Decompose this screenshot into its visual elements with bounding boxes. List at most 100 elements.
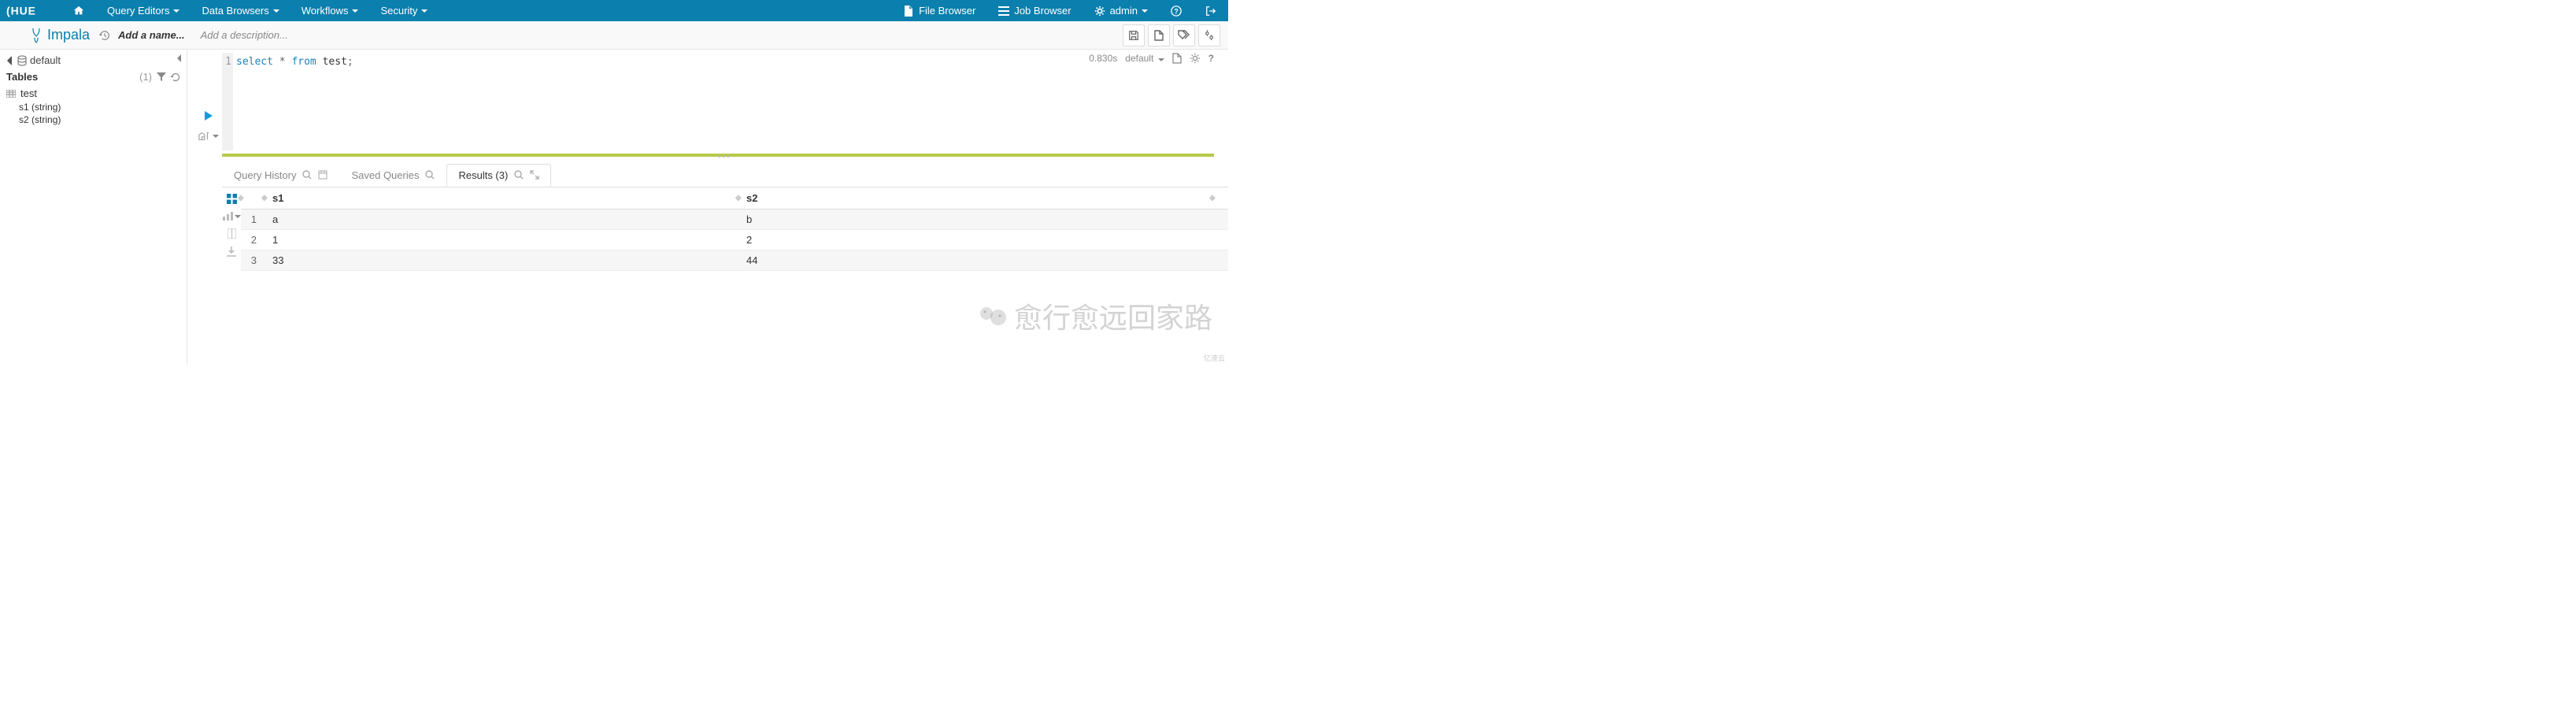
column-header-s1[interactable]: ◆s1 xyxy=(265,187,738,210)
table-row[interactable]: 3 33 44 xyxy=(241,250,1228,271)
column-header-extra[interactable]: ◆ xyxy=(1212,187,1228,210)
column-type: (string) xyxy=(31,114,61,125)
column-entry[interactable]: s1 (string) xyxy=(6,101,180,113)
editor-content: 0.830s default ? 1 xyxy=(187,50,1228,365)
grid-view-icon[interactable] xyxy=(227,194,237,204)
cell: 44 xyxy=(738,250,1212,271)
back-icon[interactable] xyxy=(6,55,14,66)
nav-help[interactable]: ? xyxy=(1159,0,1194,21)
search-icon[interactable] xyxy=(514,170,524,180)
table-row[interactable]: 1 a b xyxy=(241,210,1228,230)
tab-query-history[interactable]: Query History xyxy=(222,164,339,187)
sort-icon: ◆ xyxy=(1209,194,1216,202)
editor-tools xyxy=(1123,24,1220,46)
nav-file-browser[interactable]: File Browser xyxy=(891,0,986,21)
tab-label: Query History xyxy=(234,169,296,181)
nav-query-editors[interactable]: Query Editors xyxy=(96,0,191,21)
download-icon[interactable] xyxy=(227,247,236,257)
column-name: s1 xyxy=(19,102,29,113)
tables-label: Tables xyxy=(6,71,38,83)
column-header-s2[interactable]: ◆ s2 xyxy=(738,187,1212,210)
engine-name: Impala xyxy=(47,27,90,43)
main-area: default Tables (1) test s1 (string) xyxy=(0,50,1228,365)
tables-count: (1) xyxy=(139,71,152,83)
line-gutter: 1 xyxy=(222,53,233,150)
column-entry[interactable]: s2 (string) xyxy=(6,113,180,126)
refresh-icon[interactable] xyxy=(171,72,180,82)
database-breadcrumb[interactable]: default xyxy=(6,54,180,66)
caret-down-icon xyxy=(173,9,180,13)
notebook-desc-input[interactable]: Add a description... xyxy=(201,29,288,41)
database-name: default xyxy=(30,54,61,66)
search-icon[interactable] xyxy=(425,170,435,180)
caret-down-icon xyxy=(1142,9,1148,13)
cell: a xyxy=(265,210,738,230)
sql-editor[interactable]: 1 select * from test; xyxy=(222,53,1228,150)
impala-icon xyxy=(30,27,43,44)
nav-data-browsers[interactable]: Data Browsers xyxy=(191,0,290,21)
engine-label: Impala xyxy=(30,27,90,44)
sql-code: select * from test; xyxy=(236,54,353,70)
assist-panel: default Tables (1) test s1 (string) xyxy=(0,50,187,365)
nav-job-browser[interactable]: Job Browser xyxy=(986,0,1082,21)
nav-security[interactable]: Security xyxy=(369,0,439,21)
nav-label: Workflows xyxy=(302,5,349,17)
results-table: ◆ ◆s1 ◆ s2 ◆ 1 a b 2 1 xyxy=(241,187,1228,271)
top-nav: (HUE Query Editors Data Browsers Workflo… xyxy=(0,0,1228,21)
caret-down-icon xyxy=(273,9,279,13)
corner-mark: 亿速云 xyxy=(1204,353,1225,363)
row-number: 3 xyxy=(241,250,265,271)
explain-button[interactable] xyxy=(198,132,219,141)
result-tabs: Query History Saved Queries Results (3) xyxy=(222,163,1228,187)
filter-icon[interactable] xyxy=(157,72,166,82)
nav-label: Data Browsers xyxy=(202,5,268,17)
watermark-text: 愈行愈远回家路 xyxy=(1014,295,1212,336)
tables-header: Tables (1) xyxy=(6,71,180,83)
collapse-sidebar-button[interactable] xyxy=(176,53,183,64)
sql-identifier: test xyxy=(323,56,347,68)
columns-icon[interactable] xyxy=(228,228,236,239)
nav-home[interactable] xyxy=(61,0,96,21)
clear-history-icon[interactable] xyxy=(318,170,328,180)
chart-view-icon[interactable] xyxy=(223,212,241,221)
expand-icon[interactable] xyxy=(530,170,539,180)
table-icon xyxy=(6,90,16,98)
history-icon[interactable] xyxy=(99,30,110,41)
nav-label: Security xyxy=(380,5,417,17)
cell: 1 xyxy=(265,230,738,250)
nav-workflows[interactable]: Workflows xyxy=(291,0,370,21)
svg-text:?: ? xyxy=(1174,7,1178,15)
brand-logo[interactable]: (HUE xyxy=(0,5,61,17)
database-icon xyxy=(17,55,27,66)
run-button[interactable] xyxy=(203,109,214,122)
tab-saved-queries[interactable]: Saved Queries xyxy=(339,164,446,187)
home-icon xyxy=(72,5,85,17)
nav-signout[interactable] xyxy=(1194,0,1228,21)
sort-icon: ◆ xyxy=(735,194,742,202)
cell: 2 xyxy=(738,230,1212,250)
new-button[interactable] xyxy=(1148,24,1170,46)
results-area: ◆ ◆s1 ◆ s2 ◆ 1 a b 2 1 xyxy=(222,187,1228,271)
nav-admin[interactable]: admin xyxy=(1083,0,1159,21)
search-icon[interactable] xyxy=(302,170,312,180)
settings-button[interactable] xyxy=(1198,24,1220,46)
tab-results[interactable]: Results (3) xyxy=(446,164,551,187)
drag-handle-icon[interactable]: ••• xyxy=(718,153,731,161)
save-button[interactable] xyxy=(1123,24,1145,46)
help-icon: ? xyxy=(1170,5,1183,17)
table-name: test xyxy=(20,87,37,99)
sort-icon: ◆ xyxy=(261,194,268,202)
row-number: 2 xyxy=(241,230,265,250)
tags-button[interactable] xyxy=(1173,24,1195,46)
column-label: s1 xyxy=(272,192,283,204)
table-entry-test[interactable]: test xyxy=(6,86,180,101)
cell: b xyxy=(738,210,1212,230)
table-row[interactable]: 2 1 2 xyxy=(241,230,1228,250)
sql-token: ; xyxy=(347,56,353,68)
tab-label: Saved Queries xyxy=(351,169,419,181)
file-icon xyxy=(902,5,915,17)
sql-keyword: select xyxy=(236,56,273,68)
column-label: s2 xyxy=(746,192,757,204)
cogs-icon xyxy=(1094,5,1106,17)
notebook-name-input[interactable]: Add a name... xyxy=(118,29,185,41)
